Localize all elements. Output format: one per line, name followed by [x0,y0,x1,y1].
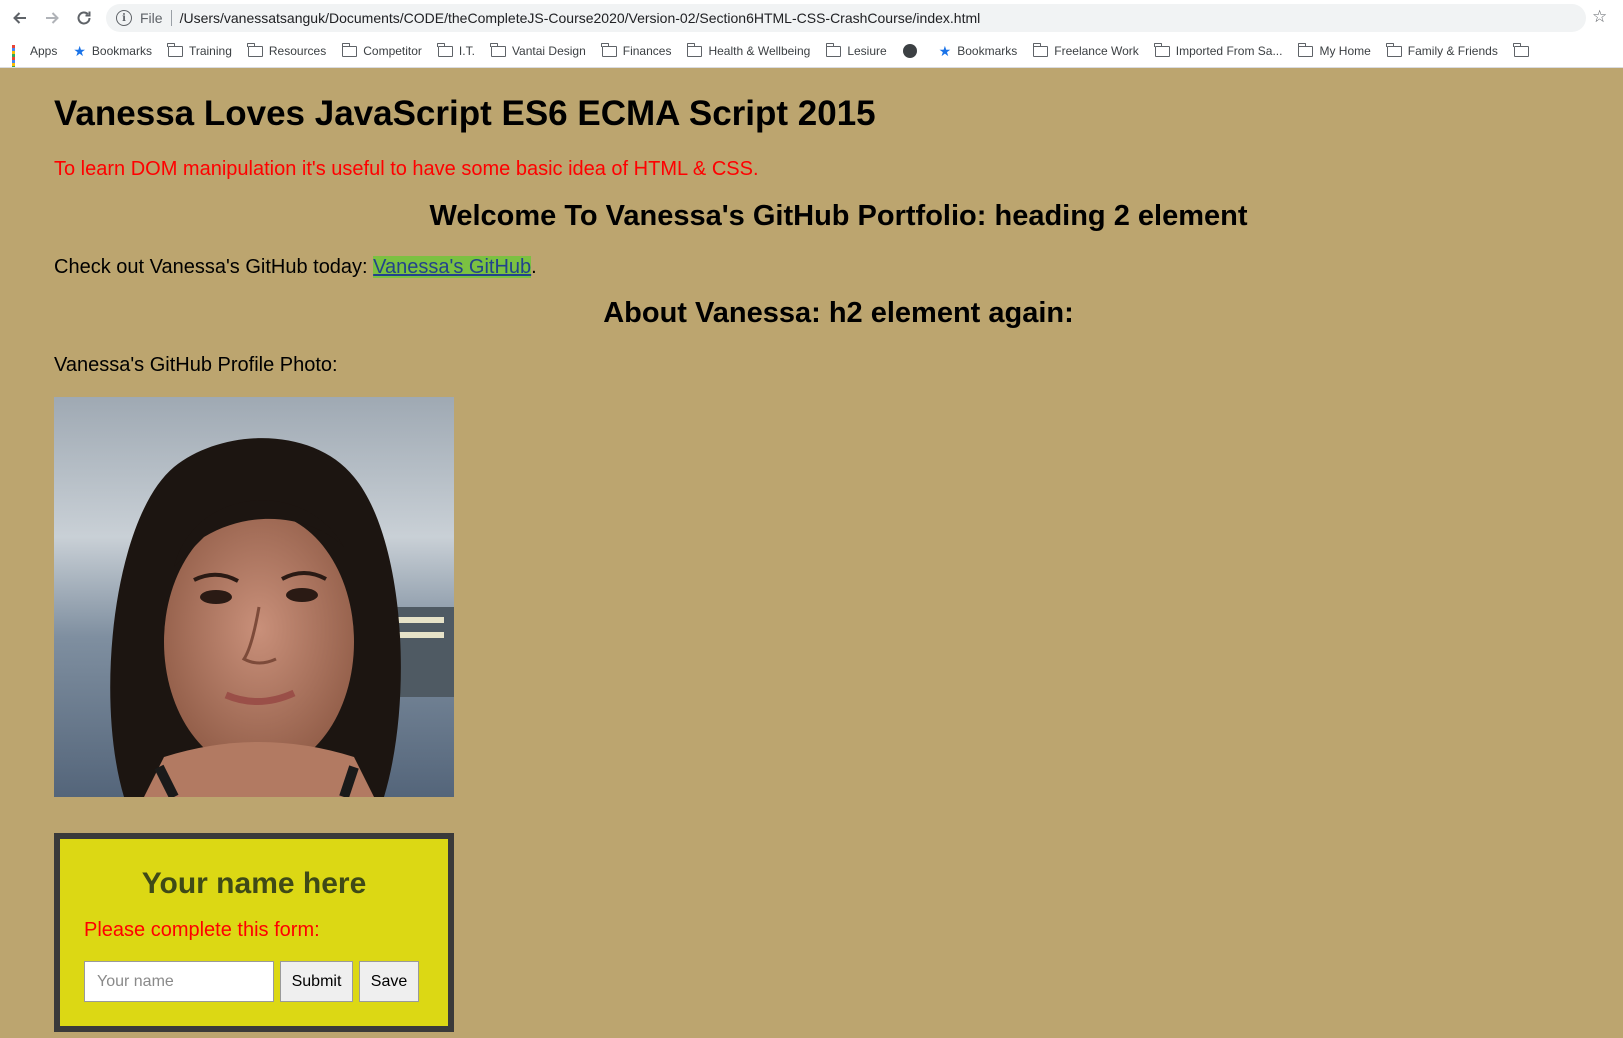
back-arrow-icon[interactable] [8,6,32,30]
folder-icon [247,42,263,57]
photo-label: Vanessa's GitHub Profile Photo: [54,354,338,376]
bookmark-family-friends[interactable]: Family & Friends [1386,42,1498,58]
github-promo-label: Check out Vanessa's GitHub today: [54,256,374,278]
bookmark-globe[interactable] [902,44,923,58]
bookmark-label: Freelance Work [1054,44,1139,58]
bookmark-label: Competitor [363,44,422,58]
github-promo-end: . [531,256,537,278]
folder-icon [1513,42,1529,57]
bookmark-lesiure[interactable]: Lesiure [825,42,887,58]
address-bar[interactable]: i File /Users/vanessatsanguk/Documents/C… [106,4,1586,32]
bookmark-bookmarks[interactable]: ★ Bookmarks [73,44,152,58]
globe-icon [902,44,917,58]
bookmark-label: Apps [30,44,58,58]
bookmark-label: Training [188,44,232,58]
folder-icon [601,42,617,57]
bookmark-my-home[interactable]: My Home [1297,42,1371,58]
bookmark-freelance-work[interactable]: Freelance Work [1032,42,1139,58]
bookmark-label: Finances [622,44,672,58]
bookmark-label: My Home [1319,44,1371,58]
folder-icon [167,42,183,57]
form-prompt: Please complete this form: [84,919,320,941]
bookmark-training[interactable]: Training [167,42,232,58]
page-content: Vanessa Loves JavaScript ES6 ECMA Script… [0,68,1623,1038]
browser-toolbar: i File /Users/vanessatsanguk/Documents/C… [0,0,1623,35]
github-link[interactable]: Vanessa's GitHub [373,256,532,278]
star-icon: ★ [938,43,952,59]
bookmark-label: Lesiure [847,44,887,58]
about-heading: About Vanessa: h2 element again: [603,297,1074,329]
folder-icon [686,42,703,57]
bookmark-star-icon[interactable]: ☆ [1592,8,1607,26]
bookmark-finances[interactable]: Finances [601,42,672,58]
intro-text: To learn DOM manipulation it's useful to… [54,158,759,180]
reload-icon[interactable] [72,6,96,30]
name-input[interactable] [84,961,274,1002]
bookmark-label: Health & Wellbeing [708,44,811,58]
url-separator [170,10,172,26]
bookmark-it[interactable]: I.T. [437,42,475,58]
bookmark-resources[interactable]: Resources [247,42,327,58]
folder-icon [1386,42,1402,57]
bookmark-imported[interactable]: Imported From Sa... [1154,42,1283,58]
bookmark-competitor[interactable]: Competitor [341,42,422,58]
bookmark-health-wellbeing[interactable]: Health & Wellbeing [686,42,811,58]
bookmark-label: Bookmarks [957,44,1018,58]
submit-button[interactable]: Submit [280,961,353,1002]
bookmark-overflow[interactable] [1513,42,1535,57]
url-scheme: File [140,10,163,26]
folder-icon [1297,42,1314,57]
bookmark-vantai-design[interactable]: Vantai Design [490,42,586,58]
name-form-card: Your name here Please complete this form… [54,833,454,1032]
bookmark-apps[interactable]: Apps [12,44,58,67]
url-text: /Users/vanessatsanguk/Documents/CODE/the… [179,10,981,26]
profile-photo-image [54,397,454,797]
bookmark-label: Family & Friends [1407,44,1498,58]
bookmark-label: I.T. [458,44,475,58]
folder-icon [825,42,842,57]
bookmark-label: Bookmarks [91,44,152,58]
forward-arrow-icon[interactable] [40,6,64,30]
bookmarks-bar: Apps ★ Bookmarks Training Resources Comp… [0,35,1623,68]
folder-icon [437,42,453,57]
card-heading: Your name here [141,867,367,900]
folder-icon [490,42,506,57]
folder-icon [1032,42,1049,57]
github-promo-text: Check out Vanessa's GitHub today: Vaness… [54,256,537,279]
info-icon[interactable]: i [116,10,132,26]
star-icon: ★ [73,43,86,59]
apps-grid-icon [12,45,24,67]
page-title: Vanessa Loves JavaScript ES6 ECMA Script… [54,94,876,133]
bookmark-label: Imported From Sa... [1175,44,1283,58]
folder-icon [341,42,358,57]
save-button[interactable]: Save [359,961,419,1002]
bookmark-label: Resources [268,44,327,58]
bookmark-label: Vantai Design [511,44,586,58]
bookmark-bookmarks-2[interactable]: ★ Bookmarks [939,44,1018,58]
welcome-heading: Welcome To Vanessa's GitHub Portfolio: h… [429,200,1248,232]
folder-icon [1154,42,1170,57]
profile-photo [54,397,454,797]
